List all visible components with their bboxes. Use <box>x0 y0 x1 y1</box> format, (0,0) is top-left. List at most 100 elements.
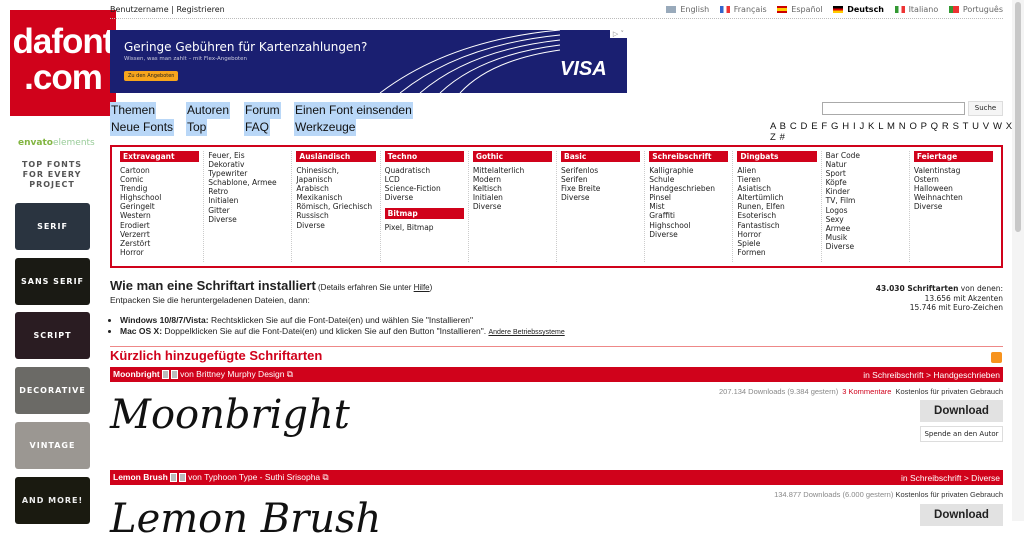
category-link[interactable]: Sport <box>826 169 905 178</box>
nav-autoren[interactable]: Autoren <box>186 102 231 119</box>
envato-ad-logo[interactable]: envatoelements <box>18 138 95 148</box>
author-link[interactable]: von Brittney Murphy Design <box>180 369 284 379</box>
category-link[interactable]: Diverse <box>649 230 728 239</box>
external-link-icon[interactable]: ⧉ <box>323 472 329 482</box>
category-link[interactable]: Graffiti <box>649 211 728 220</box>
category-link[interactable]: Modern <box>473 175 552 184</box>
font-name-link[interactable]: Lemon Brush <box>113 472 168 482</box>
category-link[interactable]: Highschool <box>649 221 728 230</box>
category-heading[interactable]: Extravagant <box>120 151 200 162</box>
category-link[interactable]: Mist <box>649 202 728 211</box>
category-link[interactable]: Köpfe <box>826 178 905 187</box>
category-link[interactable]: Natur <box>826 160 905 169</box>
category-link[interactable]: Trendig <box>120 184 199 193</box>
lang-german[interactable]: Deutsch <box>847 5 884 14</box>
font-preview[interactable]: Moonbright <box>110 392 350 438</box>
font-name-link[interactable]: Moonbright <box>113 369 160 379</box>
category-link[interactable]: Diverse <box>561 193 640 202</box>
category-link[interactable]: Western <box>120 211 199 220</box>
category-link[interactable]: Chinesisch, Japanisch <box>296 166 375 184</box>
category-link[interactable]: Alien <box>737 166 816 175</box>
category-link[interactable]: in Schreibschrift > Diverse <box>901 473 1000 483</box>
search-input[interactable] <box>822 102 965 115</box>
lang-spanish[interactable]: Español <box>791 5 822 14</box>
tile-sans-serif[interactable]: SANS SERIF <box>15 258 90 305</box>
category-link[interactable]: Bar Code <box>826 151 905 160</box>
category-link[interactable]: Russisch <box>296 211 375 220</box>
tile-script[interactable]: SCRIPT <box>15 312 90 359</box>
category-heading[interactable]: Dingbats <box>737 151 817 162</box>
category-heading[interactable]: Ausländisch <box>296 151 376 162</box>
category-link[interactable]: Verzerrt <box>120 230 199 239</box>
category-link[interactable]: Spiele <box>737 239 816 248</box>
ad-cta-button[interactable]: Zu den Angeboten <box>124 71 179 81</box>
category-link[interactable]: Pixel, Bitmap <box>385 223 464 232</box>
register-link[interactable]: Registrieren <box>176 5 224 14</box>
category-link[interactable]: Diverse <box>208 215 287 224</box>
category-link[interactable]: Diverse <box>473 202 552 211</box>
category-heading[interactable]: Basic <box>561 151 641 162</box>
author-link[interactable]: von Typhoon Type - Suthi Srisopha <box>188 472 320 482</box>
comments-link[interactable]: 3 Kommentare <box>842 387 891 396</box>
category-link[interactable]: Initialen <box>208 196 287 205</box>
category-link[interactable]: Altertümlich <box>737 193 816 202</box>
category-link[interactable]: Formen <box>737 248 816 257</box>
font-preview[interactable]: Lemon Brush <box>110 496 381 542</box>
category-link[interactable]: Typewriter <box>208 169 287 178</box>
category-link[interactable]: Fixe Breite <box>561 184 640 193</box>
category-link[interactable]: Initialen <box>473 193 552 202</box>
donate-button[interactable]: Spende an den Autor <box>920 426 1003 442</box>
category-link[interactable]: Mittelalterlich <box>473 166 552 175</box>
category-link[interactable]: Arabisch <box>296 184 375 193</box>
lang-english[interactable]: English <box>680 5 709 14</box>
category-link[interactable]: Horror <box>120 248 199 257</box>
category-link[interactable]: Musik <box>826 233 905 242</box>
category-link[interactable]: Asiatisch <box>737 184 816 193</box>
category-link[interactable]: in Schreibschrift > Handgeschrieben <box>863 370 1000 380</box>
category-link[interactable]: Valentinstag <box>914 166 993 175</box>
category-link[interactable]: Erodiert <box>120 221 199 230</box>
category-heading[interactable]: Techno <box>384 151 464 162</box>
category-link[interactable]: Geringelt <box>120 202 199 211</box>
category-link[interactable]: Ostern <box>914 175 993 184</box>
tile-serif[interactable]: SERIF <box>15 203 90 250</box>
nav-werkzeuge[interactable]: Werkzeuge <box>294 119 357 136</box>
lang-italian[interactable]: Italiano <box>909 5 939 14</box>
category-link[interactable]: Fantastisch <box>737 221 816 230</box>
category-link[interactable]: Pinsel <box>649 193 728 202</box>
username-link[interactable]: Benutzername <box>110 5 169 14</box>
tile-and-more[interactable]: AND MORE! <box>15 477 90 524</box>
category-heading[interactable]: Schreibschrift <box>649 151 729 162</box>
category-link[interactable]: Horror <box>737 230 816 239</box>
download-button[interactable]: Download <box>920 504 1003 526</box>
rss-icon[interactable] <box>991 352 1002 363</box>
category-link[interactable]: Römisch, Griechisch <box>296 202 375 211</box>
category-link[interactable]: Weihnachten <box>914 193 993 202</box>
search-button[interactable]: Suche <box>968 101 1003 116</box>
category-link[interactable]: TV, Film <box>826 196 905 205</box>
category-link[interactable]: Serifen <box>561 175 640 184</box>
category-link[interactable]: Schule <box>649 175 728 184</box>
category-link[interactable]: Schablone, Armee <box>208 178 287 187</box>
nav-neue-fonts[interactable]: Neue Fonts <box>110 119 175 136</box>
category-heading[interactable]: Gothic <box>472 151 553 162</box>
adchoices-icon[interactable]: ▷ ˅ <box>609 30 627 38</box>
category-link[interactable]: Cartoon <box>120 166 199 175</box>
category-link[interactable]: Gitter <box>208 206 287 215</box>
tile-vintage[interactable]: VINTAGE <box>15 422 90 469</box>
tile-decorative[interactable]: DECORATIVE <box>15 367 90 414</box>
category-link[interactable]: Logos <box>826 206 905 215</box>
lang-french[interactable]: Français <box>734 5 767 14</box>
category-link[interactable]: Comic <box>120 175 199 184</box>
category-heading[interactable]: Feiertage <box>913 151 994 162</box>
category-link[interactable]: Diverse <box>826 242 905 251</box>
dafont-logo[interactable]: dafont .com <box>10 10 116 116</box>
category-link[interactable]: Handgeschrieben <box>649 184 728 193</box>
category-link[interactable]: Kinder <box>826 187 905 196</box>
nav-forum[interactable]: Forum <box>244 102 281 119</box>
nav-submit-font[interactable]: Einen Font einsenden <box>294 102 413 119</box>
other-os-link[interactable]: Andere Betriebssysteme <box>488 329 564 336</box>
alphabet-index[interactable]: A B C D E F G H I J K L M N O P Q R S T … <box>770 121 1024 143</box>
category-link[interactable]: Highschool <box>120 193 199 202</box>
category-link[interactable]: Esoterisch <box>737 211 816 220</box>
